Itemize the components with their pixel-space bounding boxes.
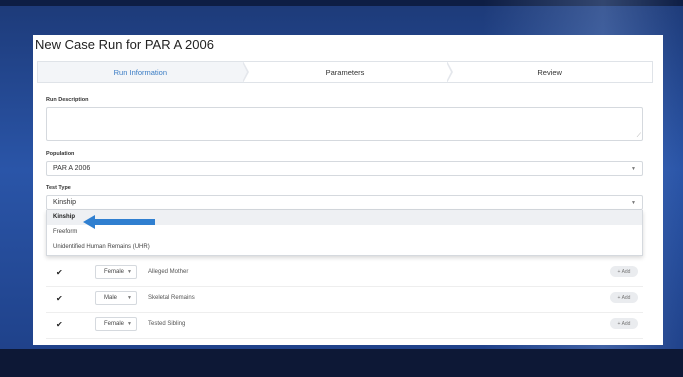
test-type-value: Kinship: [53, 199, 76, 206]
relation-label: Alleged Mother: [148, 269, 189, 275]
population-select[interactable]: PAR A 2006 ▼: [46, 161, 643, 176]
sex-select[interactable]: Female ▼: [95, 317, 137, 331]
wizard-stepper: Run Information Parameters Review: [37, 61, 653, 83]
sex-value: Female: [104, 269, 125, 275]
sex-select[interactable]: Male ▼: [95, 291, 137, 305]
step-run-information[interactable]: Run Information: [38, 61, 249, 83]
add-button[interactable]: + Add: [610, 292, 638, 303]
sex-value: Female: [104, 321, 125, 327]
relation-label: Skeletal Remains: [148, 295, 195, 301]
step-label: Review: [537, 67, 562, 77]
run-description-label: Run Description: [46, 97, 89, 103]
step-parameters[interactable]: Parameters: [243, 61, 454, 83]
list-item: ✔ Female ▼ Tested Sibling + Add: [46, 313, 643, 339]
add-button[interactable]: + Add: [610, 318, 638, 329]
add-button[interactable]: + Add: [610, 266, 638, 277]
participants-list: ✔ Female ▼ Alleged Mother + Add ✔ Male ▼…: [46, 261, 643, 339]
population-value: PAR A 2006: [53, 165, 91, 172]
chevron-down-icon: ▼: [631, 166, 636, 172]
chevron-down-icon: ▼: [127, 269, 132, 275]
chevron-down-icon: ▼: [127, 295, 132, 301]
step-chevron-icon: [241, 61, 249, 83]
list-item: ✔ Female ▼ Alleged Mother + Add: [46, 261, 643, 287]
step-chevron-icon: [446, 61, 454, 83]
population-label: Population: [46, 151, 75, 157]
run-description-input[interactable]: ⟋: [46, 107, 643, 141]
list-item: ✔ Male ▼ Skeletal Remains + Add: [46, 287, 643, 313]
step-label: Run Information: [113, 67, 168, 77]
sex-value: Male: [104, 295, 118, 301]
pointer-arrow-icon: [83, 215, 155, 229]
checkmark-icon[interactable]: ✔: [56, 320, 63, 329]
page-title: New Case Run for PAR A 2006: [35, 37, 214, 52]
relation-label: Tested Sibling: [148, 321, 186, 327]
checkmark-icon[interactable]: ✔: [56, 268, 63, 277]
test-type-select[interactable]: Kinship ▼: [46, 195, 643, 210]
resize-handle-icon[interactable]: ⟋: [637, 133, 641, 140]
chevron-down-icon: ▼: [631, 200, 636, 206]
option-uhr[interactable]: Unidentified Human Remains (UHR): [47, 240, 642, 255]
sex-select[interactable]: Female ▼: [95, 265, 137, 279]
case-run-panel: New Case Run for PAR A 2006 Run Informat…: [33, 35, 663, 345]
chevron-down-icon: ▼: [127, 321, 132, 327]
checkmark-icon[interactable]: ✔: [56, 294, 63, 303]
step-review[interactable]: Review: [447, 62, 652, 82]
frame-bottom: [0, 349, 683, 377]
test-type-label: Test Type: [46, 185, 71, 191]
step-label: Parameters: [325, 67, 365, 77]
